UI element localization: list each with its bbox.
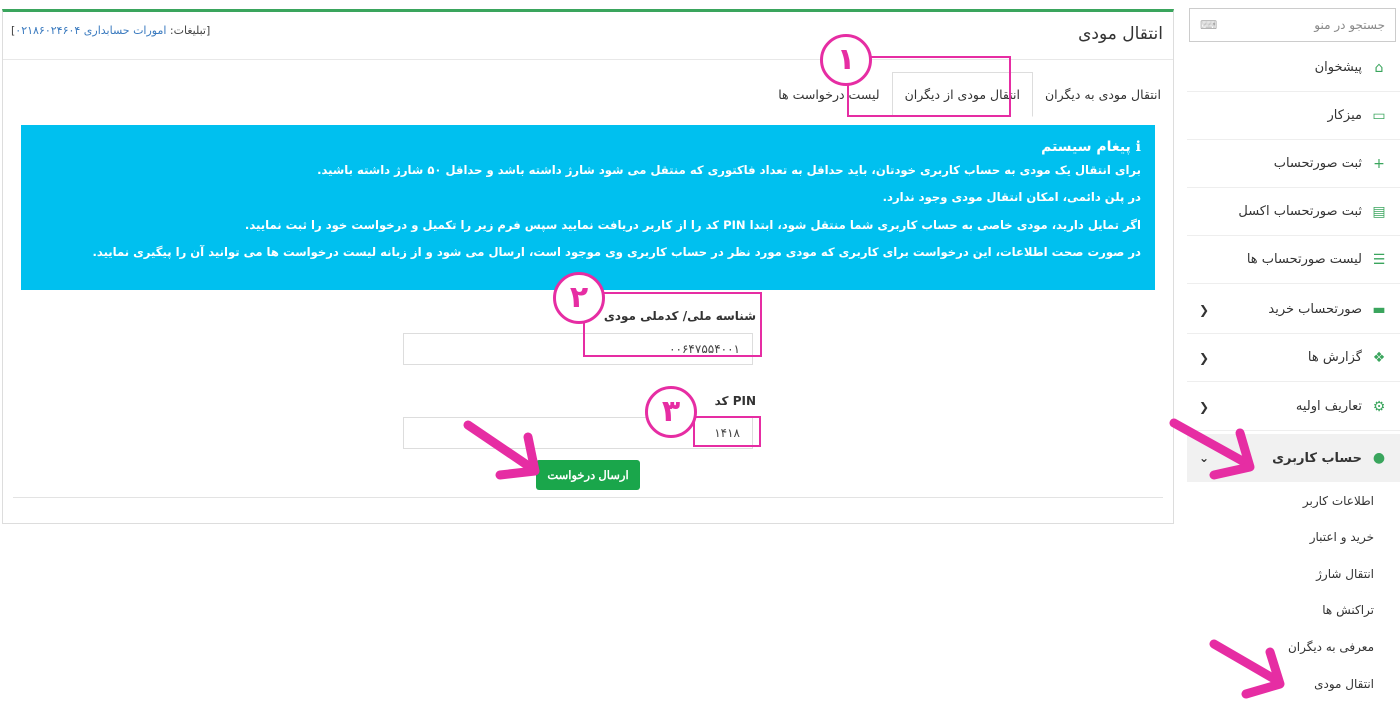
arrow-to-taxpayer-transfer-icon [1209, 639, 1285, 699]
ad-link[interactable]: امورات حسابداری ۰۲۱۸۶۰۲۴۶۰۴ [15, 24, 166, 37]
panel-header: انتقال مودی [تبلیغات: امورات حسابداری ۰۲… [3, 12, 1173, 60]
sidebar-item-label: ثبت صورتحساب اکسل [1238, 204, 1362, 219]
sidebar-item-invoice-list[interactable]: ☰ لیست صورتحساب ها [1187, 236, 1400, 284]
annotation-step-1: ۱ [820, 34, 872, 86]
annotation-step-2: ۲ [553, 272, 605, 324]
system-message-title-text: پیغام سیستم [1041, 139, 1131, 155]
pin-label: PIN کد [714, 394, 756, 408]
annotation-box-tab [847, 56, 1011, 117]
system-message-title: ℹ پیغام سیستم [35, 139, 1141, 155]
message-line-2: در پلن دائمی، امکان انتقال مودی وجود ندا… [882, 190, 1141, 205]
chevron-left-icon: ❮ [1199, 302, 1210, 317]
sidebar-item-new-invoice[interactable]: + ثبت صورتحساب [1187, 140, 1400, 188]
monitor-icon: ▭ [1372, 107, 1386, 124]
system-message: ℹ پیغام سیستم برای انتقال یک مودی به حسا… [21, 125, 1155, 290]
sidebar: جستجو در منو ⌨ ⌂ پیشخوان ▭ میزکار + ثبت صور… [1187, 0, 1400, 711]
ad-banner: [تبلیغات: امورات حسابداری ۰۲۱۸۶۰۲۴۶۰۴] [11, 24, 210, 37]
sidebar-item-reports[interactable]: ❖ گزارش ها ❮ [1187, 334, 1400, 382]
ad-label: [تبلیغات: [166, 24, 211, 37]
divider [13, 497, 1163, 498]
keyboard-icon: ⌨ [1200, 18, 1218, 32]
submenu-charge-transfer[interactable]: انتقال شارژ [1187, 556, 1400, 592]
sidebar-item-label: لیست صورتحساب ها [1246, 252, 1362, 267]
sidebar-item-label: صورتحساب خرید [1268, 302, 1362, 317]
menu-search-placeholder: جستجو در منو [1314, 18, 1385, 32]
sidebar-item-purchase-invoice[interactable]: ▬ صورتحساب خرید ❮ [1187, 286, 1400, 334]
sidebar-item-excel-invoice[interactable]: ▤ ثبت صورتحساب اکسل [1187, 188, 1400, 236]
menu-search-input[interactable]: جستجو در منو ⌨ [1189, 8, 1396, 42]
submenu-purchase-credit[interactable]: خرید و اعتبار [1187, 519, 1400, 555]
page-title: انتقال مودی [1078, 24, 1163, 44]
sidebar-item-label: ثبت صورتحساب [1273, 156, 1362, 171]
annotation-box-pin [693, 416, 761, 447]
message-line-3: اگر تمایل دارید، مودی خاصی به حساب کاربر… [244, 217, 1141, 232]
message-line-1: برای انتقال یک مودی به حساب کاربری خودتا… [317, 163, 1141, 177]
annotation-box-national-id [583, 292, 762, 357]
arrow-to-submit-icon [463, 420, 540, 480]
plus-icon: + [1373, 155, 1385, 172]
submenu-transactions[interactable]: تراکنش ها [1187, 592, 1400, 628]
sidebar-item-label: حساب کاربری [1272, 450, 1362, 466]
list-icon: ☰ [1372, 251, 1386, 268]
arrow-to-user-account-icon [1169, 418, 1255, 480]
submit-request-button[interactable]: ارسال درخواست [536, 460, 640, 490]
cogs-icon: ⚙ [1372, 398, 1386, 415]
money-icon: ▬ [1372, 301, 1386, 318]
sidebar-item-desk[interactable]: ▭ میزکار [1187, 92, 1400, 140]
sidebar-item-label: تعاریف اولیه [1295, 399, 1362, 414]
sidebar-item-label: گزارش ها [1307, 350, 1362, 365]
sidebar-item-label: پیشخوان [1314, 60, 1362, 75]
annotation-step-3: ۳ [645, 386, 697, 438]
sidebar-item-dashboard[interactable]: ⌂ پیشخوان [1187, 44, 1400, 92]
info-icon: ℹ [1135, 139, 1141, 155]
chevron-left-icon: ❮ [1199, 399, 1210, 414]
sidebar-item-label: میزکار [1327, 108, 1363, 123]
user-icon: ● [1372, 450, 1386, 466]
chevron-left-icon: ❮ [1199, 350, 1210, 365]
message-line-4: در صورت صحت اطلاعات، این درخواست برای کا… [92, 245, 1141, 260]
excel-icon: ▤ [1372, 203, 1386, 220]
cubes-icon: ❖ [1372, 349, 1386, 366]
tab-transfer-to-others[interactable]: انتقال مودی به دیگران [1033, 72, 1173, 117]
home-icon: ⌂ [1374, 59, 1384, 76]
